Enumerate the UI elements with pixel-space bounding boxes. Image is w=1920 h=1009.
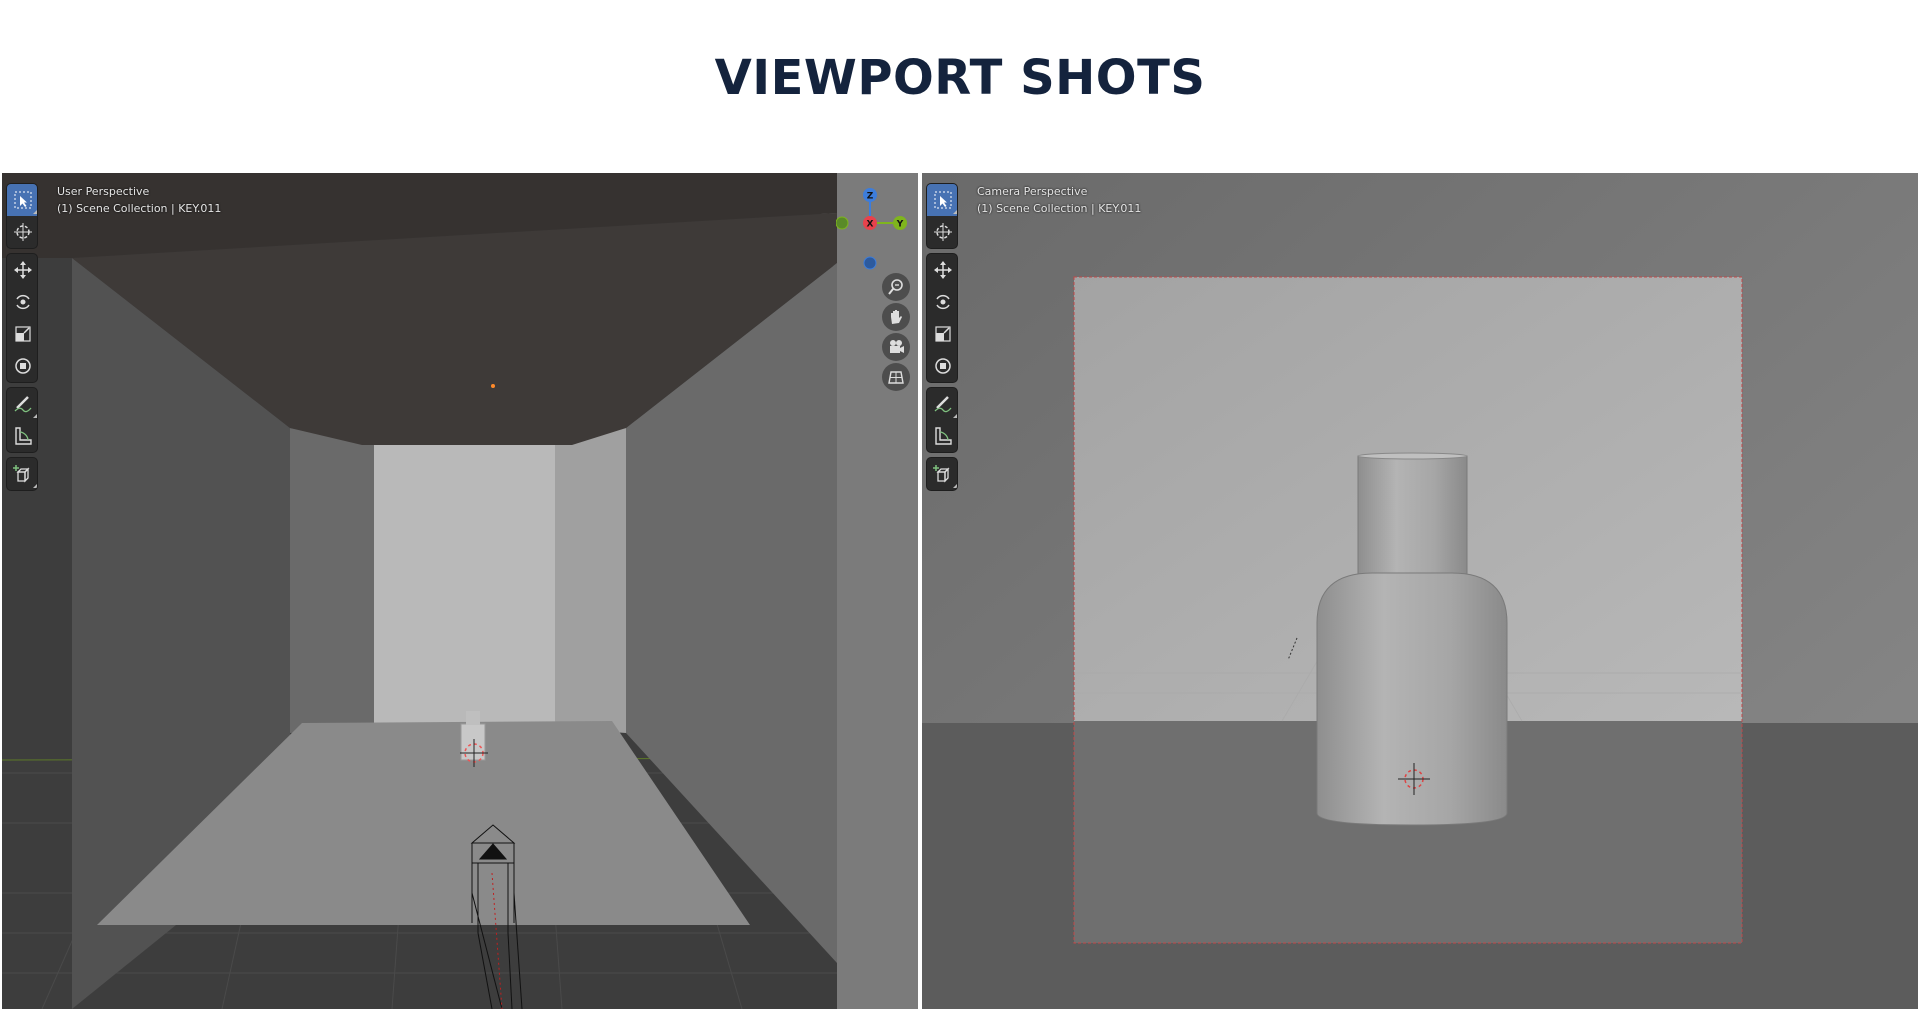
scale-tool[interactable]	[927, 318, 957, 350]
ruler-icon	[15, 427, 32, 445]
transform-tool[interactable]	[7, 350, 37, 382]
rotate-icon	[16, 294, 30, 310]
z-axis-label: Z	[867, 192, 874, 202]
navigation-gizmo[interactable]: Z Y X	[836, 181, 914, 271]
x-axis-label: X	[867, 220, 874, 230]
select-cursor-icon	[14, 191, 32, 209]
select-box-tool[interactable]	[7, 184, 37, 216]
y-axis-label: Y	[896, 220, 904, 230]
camera-view-icon	[890, 340, 904, 353]
view-name-label: Camera Perspective	[977, 185, 1088, 198]
page-title: VIEWPORT SHOTS	[714, 50, 1206, 106]
move-arrows-icon	[14, 261, 32, 279]
grid-view-icon	[888, 371, 904, 384]
collection-label: (1) Scene Collection | KEY.011	[977, 202, 1142, 215]
tool-shelf	[926, 183, 958, 495]
rotate-tool[interactable]	[7, 286, 37, 318]
viewport-camera-perspective[interactable]: Camera Perspective (1) Scene Collection …	[922, 173, 1918, 1009]
add-cube-icon	[13, 465, 30, 483]
scene-render-camera[interactable]	[922, 173, 1918, 1009]
transform-tool[interactable]	[927, 350, 957, 382]
pan-button[interactable]	[882, 303, 910, 331]
zoom-icon	[888, 279, 903, 295]
pencil-icon	[934, 396, 952, 413]
camera-view-button[interactable]	[882, 333, 910, 361]
add-cube-tool[interactable]	[927, 458, 957, 490]
viewport-user-perspective[interactable]: User Perspective (1) Scene Collection | …	[2, 173, 918, 1009]
add-cube-icon	[933, 465, 950, 483]
viewport-info: Camera Perspective (1) Scene Collection …	[977, 183, 1141, 217]
rotate-icon	[936, 294, 950, 310]
rotate-tool[interactable]	[927, 286, 957, 318]
grid-view-button[interactable]	[882, 363, 910, 391]
select-cursor-icon	[934, 191, 952, 209]
select-box-tool[interactable]	[927, 184, 957, 216]
transform-icon	[15, 358, 31, 374]
cursor-tool[interactable]	[927, 216, 957, 248]
pencil-icon	[14, 396, 32, 413]
collection-label: (1) Scene Collection | KEY.011	[57, 202, 222, 215]
crosshair-cursor-icon	[14, 223, 32, 241]
scene-render-user[interactable]	[2, 173, 918, 1009]
viewport-info: User Perspective (1) Scene Collection | …	[57, 183, 221, 217]
scale-icon	[15, 326, 31, 342]
move-arrows-icon	[934, 261, 952, 279]
pan-hand-icon	[891, 310, 902, 324]
tool-shelf	[6, 183, 38, 495]
zoom-button[interactable]	[882, 273, 910, 301]
view-name-label: User Perspective	[57, 185, 150, 198]
crosshair-cursor-icon	[934, 223, 952, 241]
scale-icon	[935, 326, 951, 342]
annotate-tool[interactable]	[927, 388, 957, 420]
neg-y-axis-icon[interactable]	[836, 216, 849, 230]
navigation-buttons	[882, 273, 912, 393]
move-tool[interactable]	[927, 254, 957, 286]
move-tool[interactable]	[7, 254, 37, 286]
measure-tool[interactable]	[7, 420, 37, 452]
add-cube-tool[interactable]	[7, 458, 37, 490]
scale-tool[interactable]	[7, 318, 37, 350]
ruler-icon	[935, 427, 952, 445]
transform-icon	[935, 358, 951, 374]
cursor-tool[interactable]	[7, 216, 37, 248]
measure-tool[interactable]	[927, 420, 957, 452]
neg-z-axis-icon[interactable]	[863, 256, 877, 270]
annotate-tool[interactable]	[7, 388, 37, 420]
